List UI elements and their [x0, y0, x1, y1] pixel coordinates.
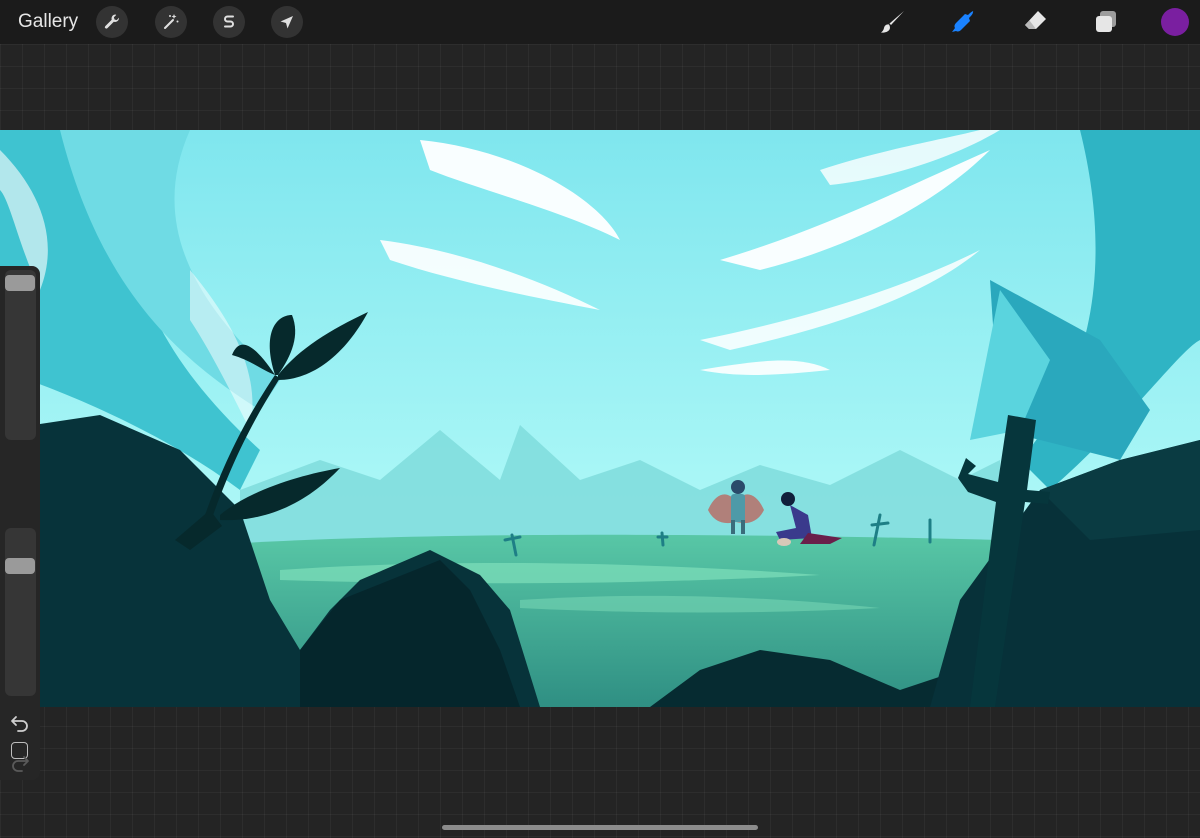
wrench-icon	[104, 14, 120, 29]
magic-wand-icon	[164, 14, 179, 29]
brush-tool-button[interactable]	[878, 7, 908, 37]
layers-button[interactable]	[1091, 7, 1121, 37]
undo-icon[interactable]	[10, 713, 30, 733]
opacity-slider[interactable]	[5, 528, 36, 696]
brush-size-thumb[interactable]	[5, 274, 35, 291]
smudge-tool-button[interactable]	[949, 7, 979, 37]
actions-button[interactable]	[96, 6, 128, 38]
left-sidebar	[0, 266, 40, 780]
opacity-thumb[interactable]	[5, 558, 35, 575]
home-indicator[interactable]	[442, 825, 758, 830]
selection-button[interactable]	[213, 6, 245, 38]
redo-icon[interactable]	[10, 753, 30, 773]
gallery-button[interactable]: Gallery	[18, 11, 78, 33]
adjustments-button[interactable]	[155, 6, 187, 38]
top-toolbar: Gallery	[0, 0, 1200, 44]
color-picker-button[interactable]	[1161, 8, 1189, 36]
canvas-artwork	[0, 130, 1200, 707]
smudge-icon	[952, 11, 974, 32]
transform-button[interactable]	[271, 6, 303, 38]
brush-size-slider[interactable]	[5, 270, 36, 440]
selection-s-icon	[224, 15, 234, 28]
eraser-icon	[1025, 11, 1046, 29]
eraser-tool-button[interactable]	[1020, 7, 1050, 37]
brush-icon	[881, 11, 904, 33]
arrow-cursor-icon	[280, 16, 293, 29]
drawing-canvas[interactable]	[0, 130, 1200, 707]
layers-icon	[1096, 11, 1116, 32]
